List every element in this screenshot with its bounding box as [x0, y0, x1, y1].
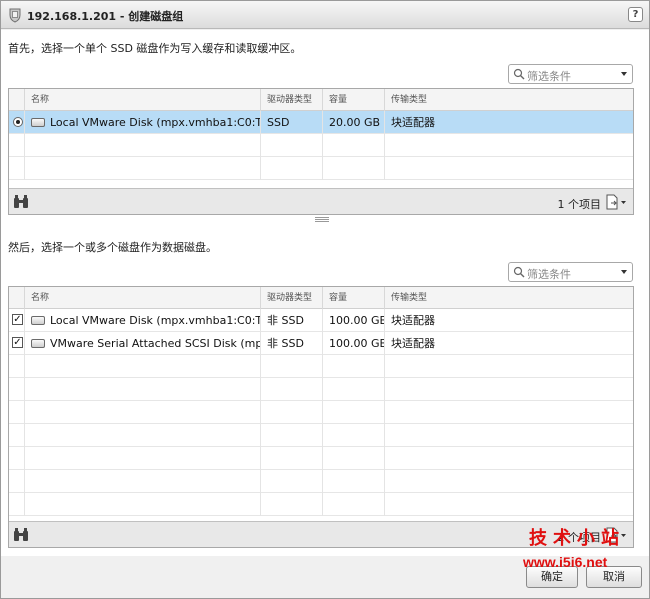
ssd-instruction: 首先，选择一个单个 SSD 磁盘作为写入缓存和读取缓冲区。: [8, 42, 302, 55]
capacity-cell: 20.00 GB: [323, 111, 385, 134]
ok-button[interactable]: 确定: [526, 566, 578, 588]
binoculars-icon[interactable]: [13, 195, 29, 209]
transport-cell: 块适配器: [391, 314, 435, 327]
disk-name: Local VMware Disk (mpx.vmhba1:C0:T2:L0): [50, 314, 260, 327]
drive-type-cell: 非 SSD: [261, 309, 323, 332]
column-header-transport[interactable]: 传输类型: [385, 89, 633, 111]
select-cell: ✓: [9, 332, 25, 355]
data-disk-filter-input[interactable]: 筛选条件: [508, 262, 633, 282]
row-checkbox[interactable]: ✓: [12, 337, 23, 348]
row-checkbox[interactable]: ✓: [12, 314, 23, 325]
item-count: 1 个项目: [557, 198, 602, 211]
filter-placeholder: 筛选条件: [527, 70, 571, 83]
name-cell: VMware Serial Attached SCSI Disk (mpx.vm…: [25, 332, 261, 355]
capacity-cell: 100.00 GB: [323, 332, 385, 355]
transport-cell: 块适配器: [391, 116, 435, 129]
column-header-drive-type[interactable]: 驱动器类型: [261, 287, 323, 309]
ssd-filter-input[interactable]: 筛选条件: [508, 64, 633, 84]
binoculars-icon[interactable]: [13, 528, 29, 542]
table-header: 名称 驱动器类型 容量 传输类型: [9, 89, 633, 111]
button-bar: 确定 取消: [1, 556, 649, 598]
column-header-capacity[interactable]: 容量: [323, 287, 385, 309]
dialog-content: 首先，选择一个单个 SSD 磁盘作为写入缓存和读取缓冲区。 筛选条件 名称 驱动…: [1, 30, 649, 556]
empty-row: [9, 447, 633, 470]
filter-placeholder: 筛选条件: [527, 268, 571, 281]
disk-name: VMware Serial Attached SCSI Disk (mpx.vm…: [50, 337, 261, 350]
empty-row: [9, 378, 633, 401]
data-disk-table: 名称 驱动器类型 容量 传输类型 ✓ Local VMware Disk (mp…: [8, 286, 634, 548]
empty-row: [9, 424, 633, 447]
disk-icon: [31, 117, 45, 127]
data-disk-instruction: 然后，选择一个或多个磁盘作为数据磁盘。: [8, 241, 217, 254]
column-header-transport[interactable]: 传输类型: [385, 287, 633, 309]
table-row[interactable]: Local VMware Disk (mpx.vmhba1:C0:T1:L0) …: [9, 111, 633, 134]
chevron-down-icon[interactable]: [621, 72, 627, 76]
column-header-capacity[interactable]: 容量: [323, 89, 385, 111]
empty-row: [9, 157, 633, 180]
cancel-button[interactable]: 取消: [586, 566, 642, 588]
row-radio[interactable]: [13, 117, 23, 127]
export-icon[interactable]: [605, 194, 627, 210]
vsan-shield-icon: [9, 8, 21, 23]
column-header-name[interactable]: 名称: [25, 287, 261, 309]
column-header-drive-type[interactable]: 驱动器类型: [261, 89, 323, 111]
disk-icon: [31, 315, 45, 325]
drive-type-cell: 非 SSD: [261, 332, 323, 355]
pane-splitter-handle[interactable]: [315, 217, 329, 222]
table-footer: 1 个项目: [9, 188, 633, 214]
empty-row: [9, 493, 633, 516]
drive-type-cell: SSD: [261, 111, 323, 134]
name-cell: Local VMware Disk (mpx.vmhba1:C0:T1:L0): [25, 111, 261, 134]
export-icon[interactable]: [605, 527, 627, 543]
empty-row: [9, 470, 633, 493]
disk-name: Local VMware Disk (mpx.vmhba1:C0:T1:L0): [50, 116, 260, 129]
search-icon: [513, 68, 525, 80]
empty-row: [9, 355, 633, 378]
select-cell: ✓: [9, 309, 25, 332]
title-bar: 192.168.1.201 - 创建磁盘组 ?: [1, 1, 649, 29]
select-column-header: [9, 287, 25, 309]
capacity-cell: 100.00 GB: [323, 309, 385, 332]
select-column-header: [9, 89, 25, 111]
ssd-disk-table: 名称 驱动器类型 容量 传输类型 Local VMware Disk (mpx.…: [8, 88, 634, 215]
help-button[interactable]: ?: [628, 7, 643, 22]
table-header: 名称 驱动器类型 容量 传输类型: [9, 287, 633, 309]
column-header-name[interactable]: 名称: [25, 89, 261, 111]
select-cell: [9, 111, 25, 134]
table-row[interactable]: ✓ VMware Serial Attached SCSI Disk (mpx.…: [9, 332, 633, 355]
dialog-title: 192.168.1.201 - 创建磁盘组: [27, 10, 184, 23]
create-disk-group-dialog: 192.168.1.201 - 创建磁盘组 ? 首先，选择一个单个 SSD 磁盘…: [0, 0, 650, 599]
chevron-down-icon[interactable]: [621, 270, 627, 274]
search-icon: [513, 266, 525, 278]
transport-cell: 块适配器: [391, 337, 435, 350]
empty-row: [9, 134, 633, 157]
item-count: 2 个项目: [557, 531, 602, 544]
empty-row: [9, 401, 633, 424]
table-footer: 2 个项目: [9, 521, 633, 547]
disk-icon: [31, 338, 45, 348]
name-cell: Local VMware Disk (mpx.vmhba1:C0:T2:L0): [25, 309, 261, 332]
table-row[interactable]: ✓ Local VMware Disk (mpx.vmhba1:C0:T2:L0…: [9, 309, 633, 332]
